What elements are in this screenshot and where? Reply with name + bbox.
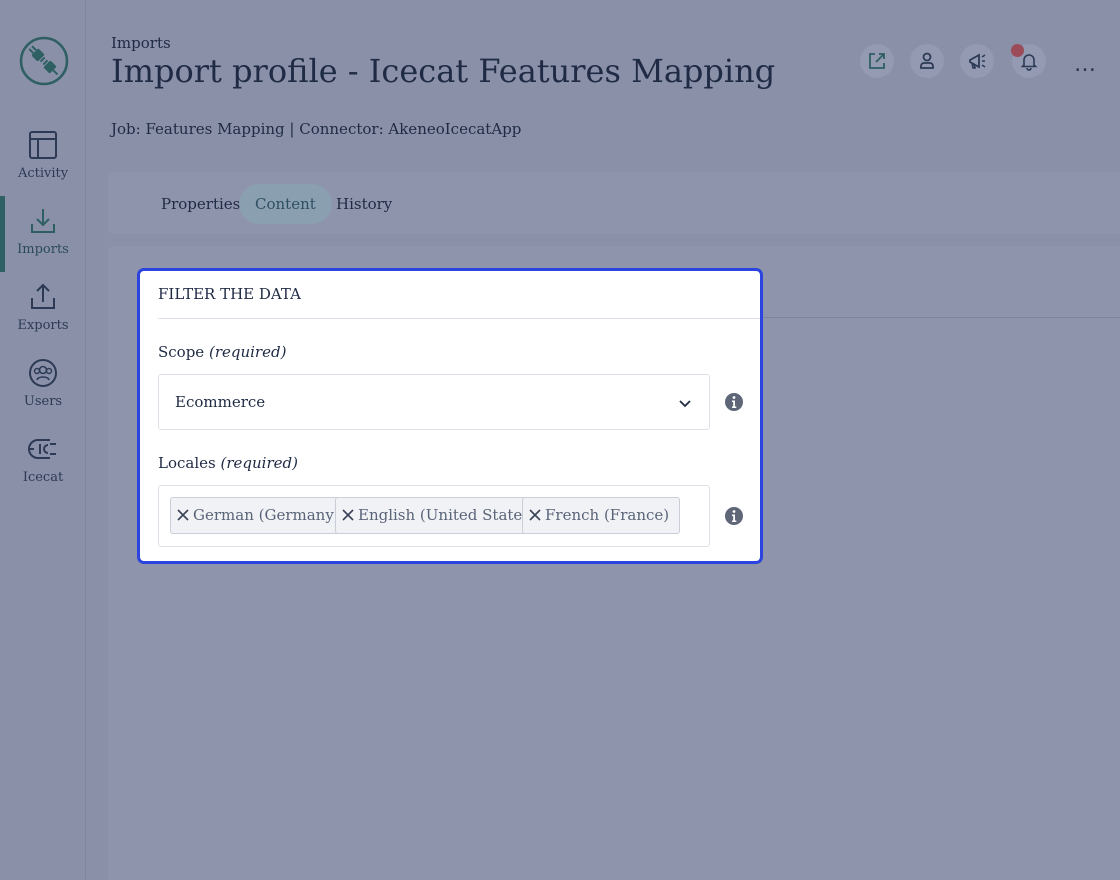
sidebar-item-label: Users [23, 394, 63, 409]
locale-chip: English (United States) [335, 497, 547, 534]
sidebar-item-icecat[interactable]: Icecat [0, 434, 86, 504]
content-divider [763, 317, 1120, 318]
users-icon [29, 359, 57, 387]
chevron-down-icon [679, 400, 691, 408]
sidebar-item-label: Imports [17, 242, 69, 257]
user-profile-button[interactable] [910, 44, 944, 78]
plug-logo-icon [19, 36, 69, 86]
tab-bar: Properties Content History [108, 172, 1120, 234]
locale-chip-label: French (France) [545, 506, 670, 524]
more-options-button[interactable]: … [1074, 52, 1098, 77]
sidebar-item-label: Activity [17, 166, 69, 181]
external-link-icon [869, 53, 885, 69]
sidebar-item-label: Exports [17, 318, 69, 333]
close-icon[interactable] [529, 509, 541, 521]
info-icon[interactable] [724, 506, 744, 526]
locales-label: Locales (required) [158, 454, 298, 472]
icecat-icon [28, 439, 56, 459]
job-connector-info: Job: Features Mapping | Connector: Akene… [111, 120, 522, 138]
import-icon [31, 209, 55, 233]
locale-chip: French (France) [522, 497, 681, 534]
breadcrumb[interactable]: Imports [111, 34, 171, 52]
close-icon[interactable] [342, 509, 354, 521]
sidebar-item-activity[interactable]: Activity [0, 130, 86, 200]
scope-label: Scope (required) [158, 343, 286, 361]
scope-label-text: Scope [158, 343, 205, 361]
sidebar-item-imports[interactable]: Imports [0, 196, 86, 276]
sidebar: Activity Imports Exports Users Icecat [0, 0, 86, 880]
locale-chip-label: English (United States) [358, 506, 536, 524]
export-icon [31, 283, 55, 309]
announcements-button[interactable] [960, 44, 994, 78]
tab-content[interactable]: Content [239, 184, 332, 224]
scope-select[interactable]: Ecommerce [158, 374, 710, 430]
sidebar-item-label: Icecat [22, 470, 64, 485]
app-logo[interactable] [19, 36, 69, 86]
card-title: FILTER THE DATA [158, 285, 301, 303]
locales-multiselect[interactable]: German (Germany) English (United States)… [158, 485, 710, 547]
sidebar-item-exports[interactable]: Exports [0, 282, 86, 352]
scope-required-text: (required) [208, 343, 287, 361]
open-external-button[interactable] [860, 44, 894, 78]
megaphone-icon [969, 53, 986, 69]
activity-icon [29, 131, 57, 159]
notification-badge [1011, 44, 1024, 57]
locales-label-text: Locales [158, 454, 216, 472]
tab-history[interactable]: History [320, 184, 408, 224]
page-title: Import profile - Icecat Features Mapping [111, 52, 776, 90]
close-icon[interactable] [177, 509, 189, 521]
sidebar-item-users[interactable]: Users [0, 358, 86, 428]
locale-chip-label: German (Germany) [193, 506, 340, 524]
user-icon [920, 52, 934, 69]
filter-data-card: FILTER THE DATA Scope (required) Ecommer… [137, 268, 763, 564]
info-icon[interactable] [724, 392, 744, 412]
card-divider [158, 318, 760, 319]
locales-required-text: (required) [220, 454, 298, 472]
scope-value: Ecommerce [175, 393, 266, 411]
locale-chip: German (Germany) [170, 497, 351, 534]
